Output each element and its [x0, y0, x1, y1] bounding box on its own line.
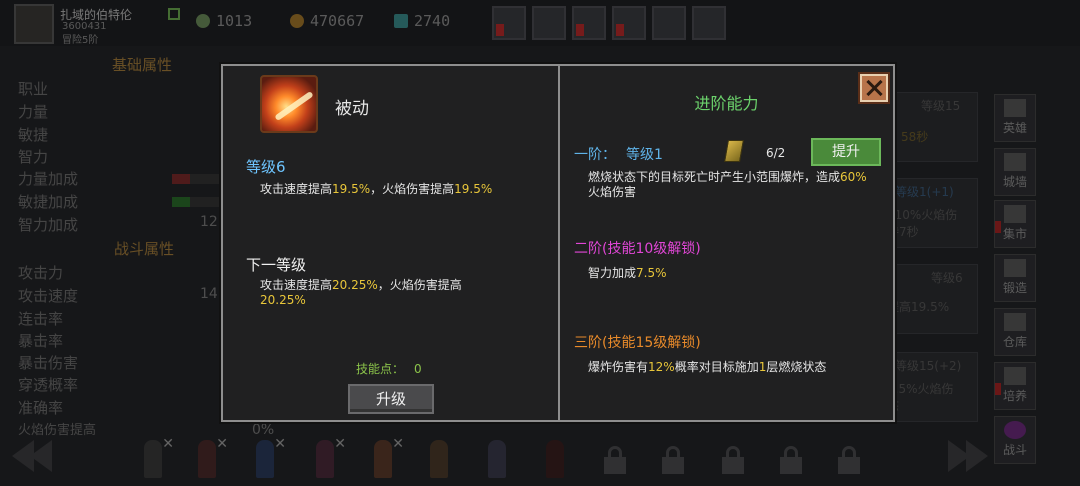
desc-text: 智力加成	[588, 266, 637, 280]
desc-text: 概率对目标施加	[674, 360, 759, 374]
tier1-material-count: 6/2	[766, 146, 786, 160]
skill-points-label: 技能点：	[356, 362, 405, 376]
desc-value: 19.5%	[454, 182, 493, 196]
promote-button[interactable]: 提升	[811, 138, 881, 166]
skill-points: 技能点： 0	[356, 360, 422, 377]
desc-text: 层燃烧状态	[766, 360, 827, 374]
current-level-desc: 攻击速度提高19.5%，火焰伤害提高19.5%	[260, 180, 550, 197]
skill-info-pane: 被动 等级6 攻击速度提高19.5%，火焰伤害提高19.5% 下一等级 攻击速度…	[223, 66, 558, 420]
desc-text: ，火焰伤害提高	[377, 278, 462, 292]
tier1-label: 一阶：	[574, 147, 616, 163]
tier2-label: 二阶(技能10级解锁)	[574, 241, 701, 257]
desc-value: 7.5%	[636, 266, 667, 280]
desc-text: 燃烧状态下的目标死亡时产生小范围爆炸，造成	[588, 170, 841, 184]
desc-value: 20.25%	[332, 278, 378, 292]
close-icon[interactable]	[860, 74, 888, 102]
advance-ability-pane: 进阶能力 一阶： 等级1 6/2 提升 燃烧状态下的目标死亡时产生小范围爆炸，造成…	[560, 66, 893, 420]
current-level-label: 等级6	[246, 158, 286, 176]
desc-value: 12%	[648, 360, 675, 374]
upgrade-stone-icon	[724, 140, 744, 162]
skill-type-label: 被动	[335, 99, 369, 119]
skill-detail-modal: 被动 等级6 攻击速度提高19.5%，火焰伤害提高19.5% 下一等级 攻击速度…	[221, 64, 895, 422]
advance-title: 进阶能力	[694, 94, 759, 113]
desc-text: ，火焰伤害提高	[370, 182, 455, 196]
desc-value: 60%	[840, 170, 867, 184]
fire-skill-icon	[260, 75, 318, 133]
desc-text: 爆炸伤害有	[588, 360, 649, 374]
desc-text: 攻击速度提高	[260, 182, 333, 196]
tier3-label: 三阶(技能15级解锁)	[574, 335, 701, 351]
desc-text: 火焰伤害	[588, 185, 637, 199]
upgrade-button[interactable]: 升级	[348, 384, 434, 414]
desc-value: 20.25%	[260, 293, 306, 307]
tier3-desc: 爆炸伤害有12%概率对目标施加1层燃烧状态	[588, 358, 888, 375]
tier1-desc: 燃烧状态下的目标死亡时产生小范围爆炸，造成60% 火焰伤害	[588, 170, 878, 200]
skill-points-value: 0	[414, 362, 422, 376]
desc-text: 攻击速度提高	[260, 278, 333, 292]
next-level-desc: 攻击速度提高20.25%，火焰伤害提高 20.25%	[260, 278, 540, 308]
tier1-level: 等级1	[626, 147, 663, 163]
next-level-label: 下一等级	[246, 256, 307, 274]
desc-value: 19.5%	[332, 182, 371, 196]
tier1-header: 一阶： 等级1	[574, 144, 663, 164]
tier2-desc: 智力加成7.5%	[588, 264, 667, 281]
